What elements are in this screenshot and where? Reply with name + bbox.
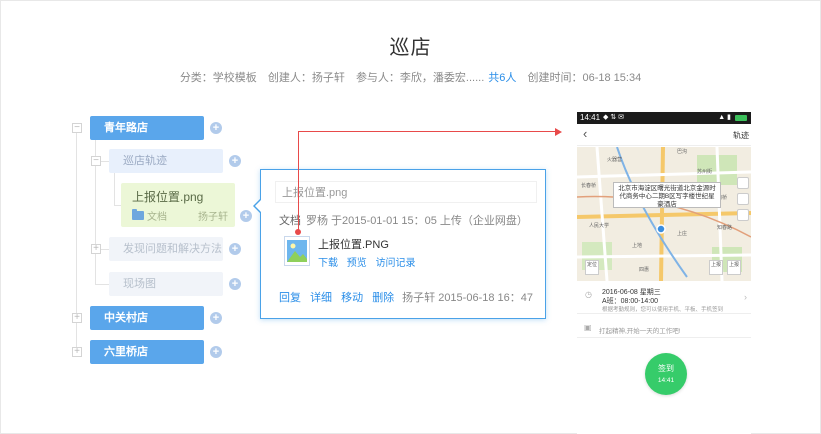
collapse-toggle[interactable]: − — [91, 156, 101, 166]
track-link[interactable]: 轨迹 — [733, 130, 749, 141]
tree-hline — [95, 284, 109, 285]
map-label: 四惠 — [639, 266, 649, 273]
popup-file-name: 上报位置.PNG — [318, 239, 389, 251]
popup-actions: 回复 详细 移动 删除 — [279, 289, 400, 305]
checkin-info[interactable]: ◷ 2016-06-08 星期三 A班：08:00-14:00 根据考勤规则，您… — [577, 284, 751, 314]
status-bar: 14:41 ◆ ⇅ ✉ ▲ ▮ — [577, 112, 751, 124]
file-card-name: 上报位置.png — [132, 190, 204, 204]
move-link[interactable]: 移动 — [341, 292, 363, 304]
connector-line — [298, 131, 557, 132]
tree-node-problems[interactable]: 发现问题和解决方法 — [109, 237, 223, 261]
image-file-icon[interactable] — [284, 236, 310, 266]
add-child-icon[interactable]: + — [229, 278, 241, 290]
meta-category: 分类：学校模板 — [179, 72, 257, 84]
expand-toggle[interactable]: + — [72, 347, 82, 357]
clock-icon: ◷ — [585, 290, 592, 299]
tree-node-site-photos[interactable]: 现场图 — [109, 272, 223, 296]
access-log-link[interactable]: 访问记录 — [376, 258, 416, 269]
back-icon[interactable]: ‹ — [583, 126, 587, 141]
map-layer-icon[interactable] — [737, 209, 749, 221]
download-link[interactable]: 下载 — [318, 258, 338, 269]
file-card-report-location[interactable]: 上报位置.png 文档 扬子轩 — [121, 183, 235, 227]
status-time: 14:41 — [580, 113, 601, 122]
map-zoom-out-icon[interactable] — [737, 193, 749, 205]
meta-creator: 创建人：扬子轩 — [267, 72, 345, 84]
map-label: 知春路 — [717, 224, 732, 231]
expand-toggle[interactable]: + — [72, 313, 82, 323]
tree-node-liuliqiao[interactable]: 六里桥店 — [90, 340, 204, 364]
file-upload-info: 文档 罗杨 于2015-01-01 15：05 上传（企业网盘） — [279, 212, 528, 228]
connector-dot — [295, 229, 301, 235]
detail-link[interactable]: 详细 — [310, 292, 332, 304]
map-label: 人民大学 — [589, 222, 609, 229]
phone-topbar: ‹ 轨迹 — [577, 124, 751, 146]
participants-count-link[interactable]: 共6人 — [488, 72, 516, 84]
meta-participants: 参与人：李欣，潘委宏...... — [355, 72, 485, 84]
expand-toggle[interactable]: + — [91, 244, 101, 254]
work-hint-row[interactable]: ▣ 打起精神,开始一天的工作吧! — [577, 320, 751, 338]
tree-node-qingnianlu[interactable]: 青年路店 — [90, 116, 204, 140]
file-card-type: 文档 — [147, 212, 167, 223]
checkin-button-label: 签到 — [658, 364, 674, 373]
page-title: 巡店 — [389, 37, 432, 59]
add-child-icon[interactable]: + — [210, 312, 222, 324]
popup-timestamp: 扬子轩 2015-06-18 16：47 — [402, 292, 533, 304]
add-child-icon[interactable]: + — [229, 155, 241, 167]
delete-link[interactable]: 删除 — [372, 292, 394, 304]
battery-icon — [735, 115, 747, 121]
connector-line — [298, 131, 299, 232]
add-child-icon[interactable]: + — [240, 210, 252, 222]
briefcase-icon: ▣ — [584, 323, 592, 332]
checkin-rule: 根据考勤规则，您可以使用手机、平板、手机签到 — [602, 307, 724, 313]
phone-preview: 14:41 ◆ ⇅ ✉ ▲ ▮ ‹ 轨迹 巴沟 苏州街 长春桥 火器营 上庄 人… — [577, 112, 751, 434]
popup-pointer-inner — [255, 200, 261, 212]
file-detail-popup: 文档罗杨 于2015-01-01 15：05 上传（企业网盘） 上报位置.PNG… — [260, 169, 546, 319]
file-name-input[interactable] — [275, 181, 537, 203]
map-label: 火器营 — [607, 156, 622, 163]
map-label: 长春桥 — [581, 182, 596, 189]
map-label: 巴沟 — [677, 148, 687, 155]
chevron-right-icon: › — [744, 292, 747, 302]
location-callout: 北京市海淀区曙光街道北京金源时代商务中心二期B区写字楼世纪星豪酒店 — [613, 182, 721, 208]
locate-button[interactable]: 定位 — [585, 260, 599, 275]
work-hint: 打起精神,开始一天的工作吧! — [599, 328, 681, 335]
map-zoom-in-icon[interactable] — [737, 177, 749, 189]
tree-node-zhongguancun[interactable]: 中关村店 — [90, 306, 204, 330]
file-card-owner: 扬子轩 — [198, 212, 228, 223]
map-label: 苏州街 — [697, 168, 712, 175]
add-child-icon[interactable]: + — [210, 346, 222, 358]
tree-node-patrol-track[interactable]: 巡店轨迹 — [109, 149, 223, 173]
folder-icon — [132, 209, 144, 220]
add-child-icon[interactable]: + — [229, 243, 241, 255]
checkin-button[interactable]: 签到 14:41 — [645, 353, 687, 395]
checkin-button-time: 14:41 — [657, 377, 675, 384]
file-actions: 下载 预览 访问记录 — [318, 254, 422, 269]
map-graphic: 巴沟 苏州街 长春桥 火器营 上庄 苏州桥 人民大学 知春路 上地 四惠 — [577, 147, 751, 281]
preview-link[interactable]: 预览 — [347, 258, 367, 269]
tree-hline — [114, 205, 121, 206]
meta-created-time: 创建时间：06-18 15:34 — [527, 72, 642, 84]
page-meta: 分类：学校模板 创建人：扬子轩 参与人：李欣，潘委宏...... 共6人 创建时间… — [0, 69, 821, 85]
map-view[interactable]: 巴沟 苏州街 长春桥 火器营 上庄 苏州桥 人民大学 知春路 上地 四惠 北京市… — [577, 147, 751, 281]
status-icons: ◆ ⇅ ✉ — [603, 114, 625, 121]
report-button[interactable]: 上报 — [709, 260, 723, 275]
collapse-toggle[interactable]: − — [72, 123, 82, 133]
map-label: 上地 — [632, 242, 642, 249]
add-child-icon[interactable]: + — [210, 122, 222, 134]
map-label: 上庄 — [677, 230, 687, 237]
connector-arrow-icon — [555, 128, 562, 136]
tree-line-leaf — [114, 173, 115, 206]
signal-icon: ▲ ▮ — [718, 114, 731, 121]
reply-link[interactable]: 回复 — [279, 292, 301, 304]
file-info-text: 罗杨 于2015-01-01 15：05 上传（企业网盘） — [306, 215, 528, 227]
report-button-2[interactable]: 上报 — [727, 260, 741, 275]
